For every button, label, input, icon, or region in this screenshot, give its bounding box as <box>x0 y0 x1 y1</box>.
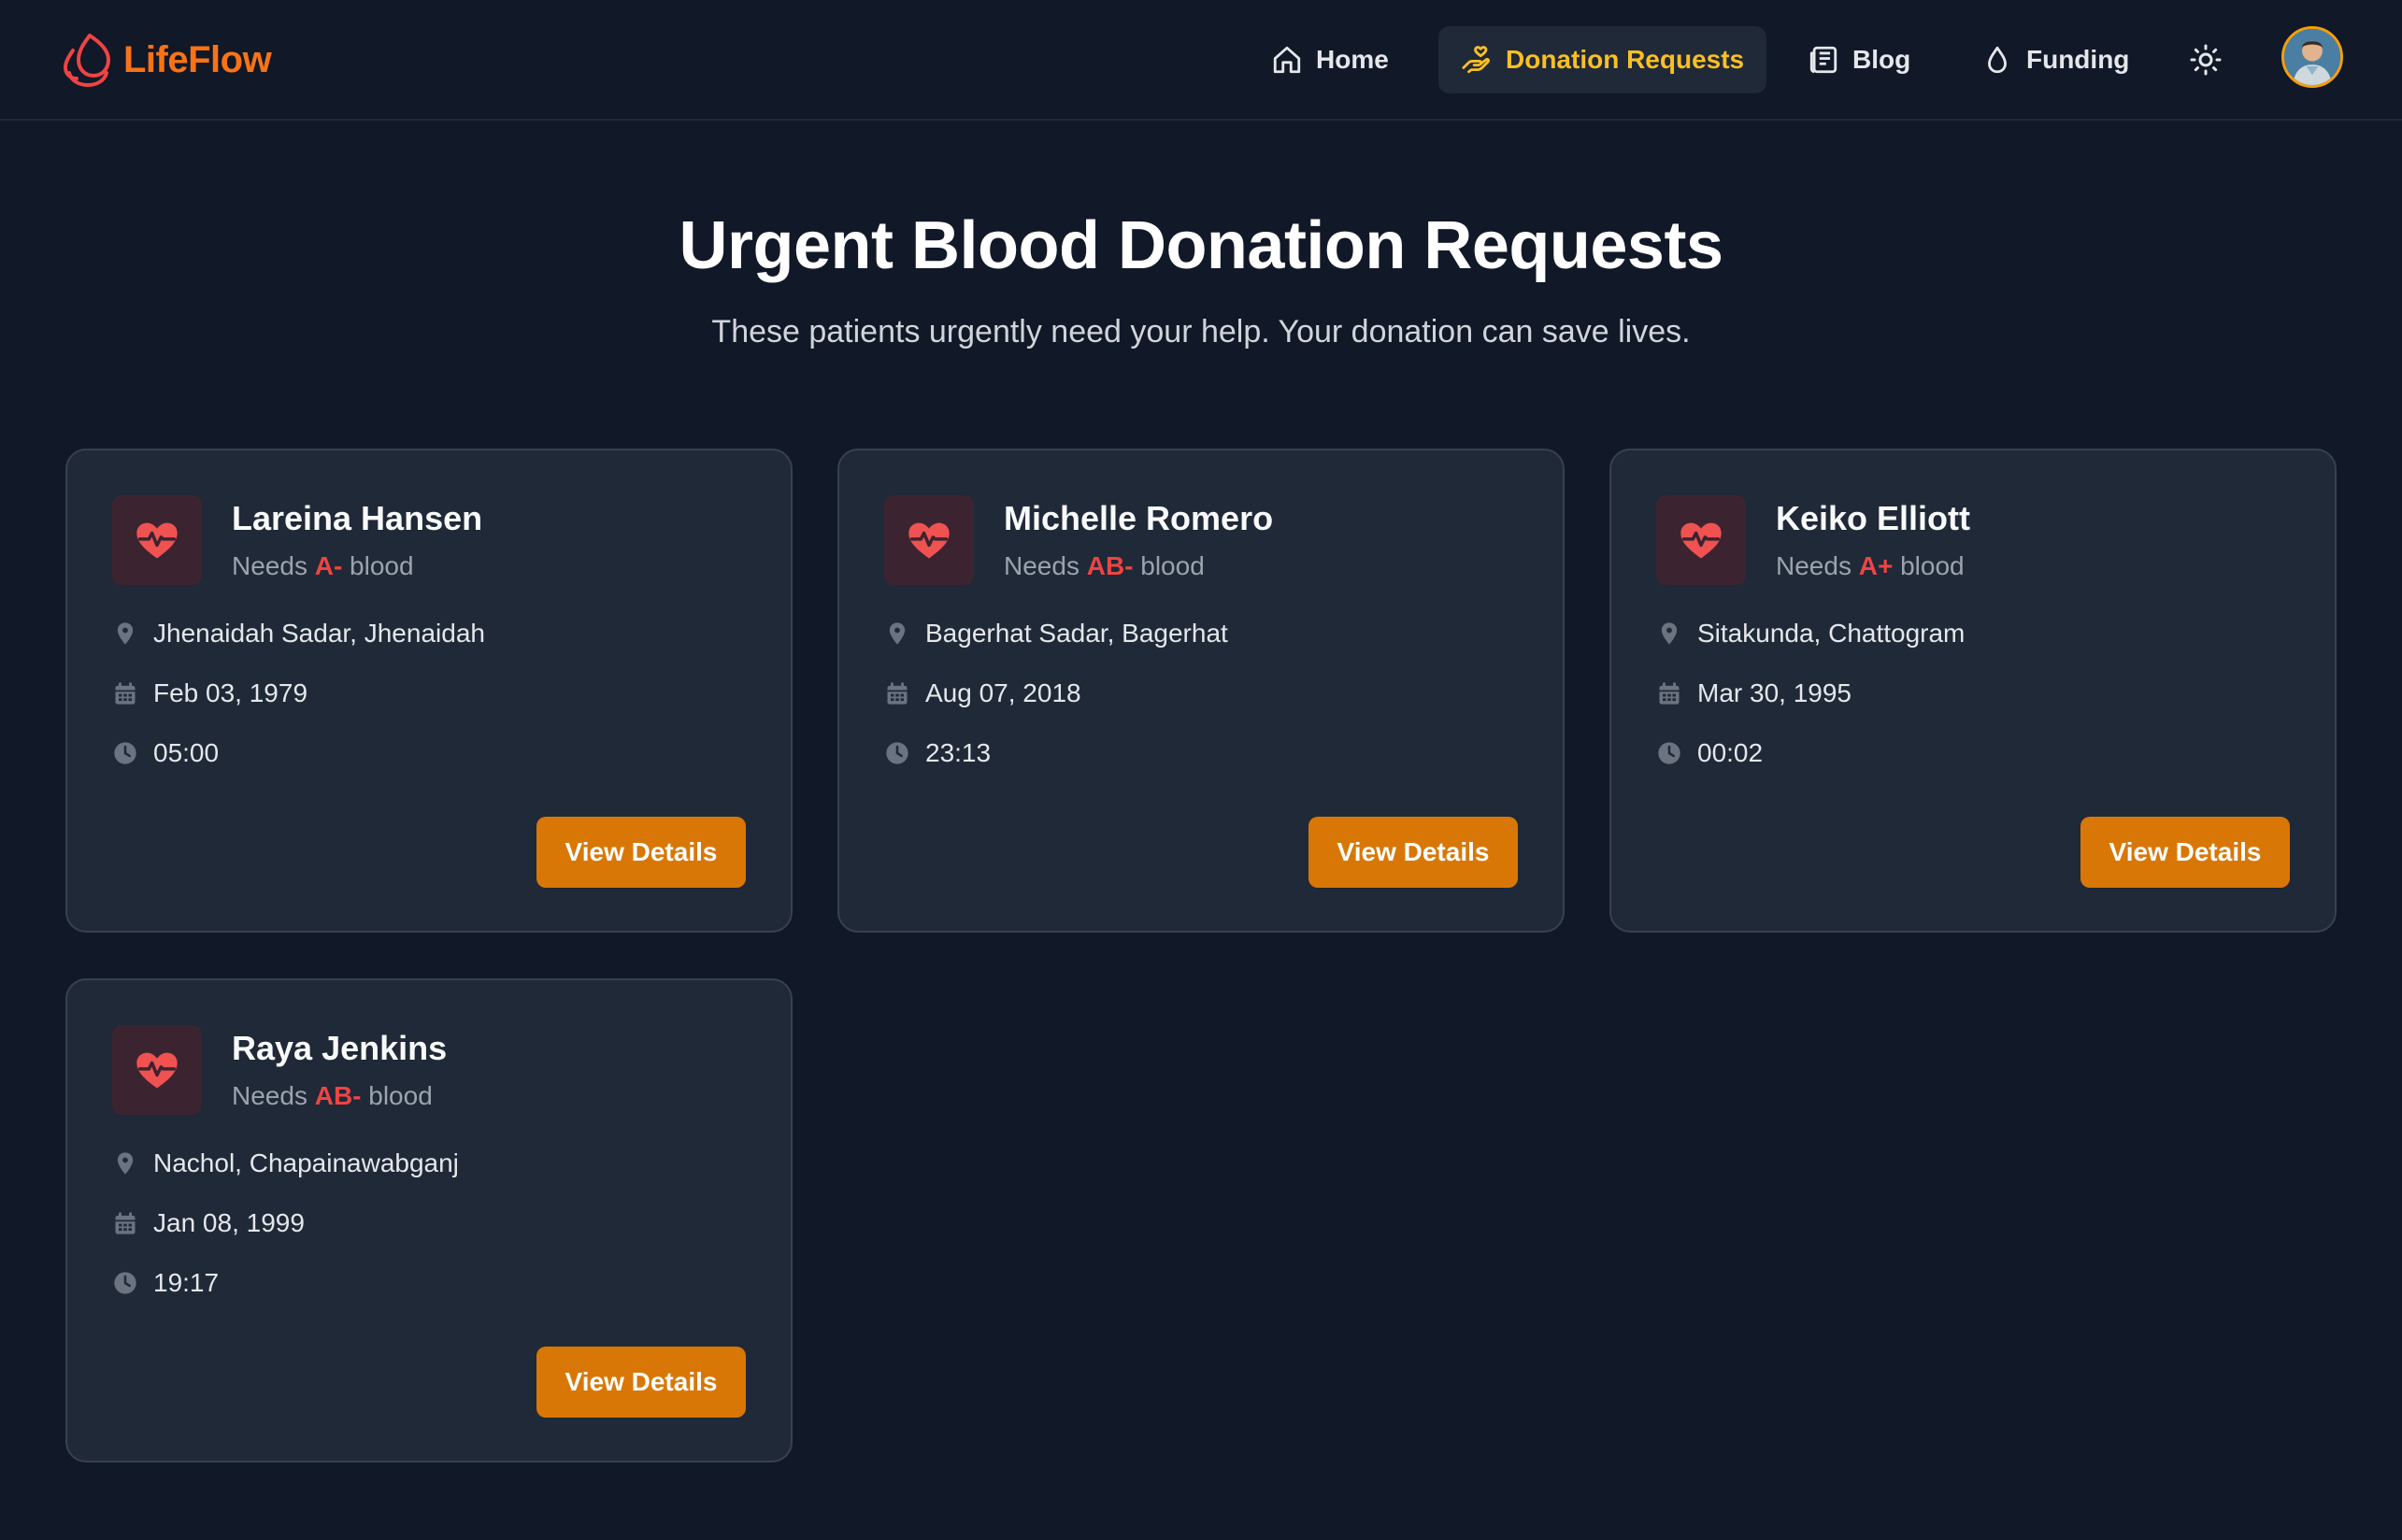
calendar-icon <box>115 682 136 705</box>
droplet-icon <box>1988 46 2007 74</box>
location-text: Jhenaidah Sadar, Jhenaidah <box>153 619 485 648</box>
date-row: Feb 03, 1979 <box>112 678 307 708</box>
time-row: 19:17 <box>112 1268 219 1298</box>
sun-icon <box>2190 44 2222 76</box>
blood-need: Needs A- blood <box>232 551 414 581</box>
location-row: Sitakunda, Chattogram <box>1656 619 1965 649</box>
time-text: 00:02 <box>1697 738 1764 767</box>
calendar-icon <box>887 682 908 705</box>
heart-pulse-icon <box>136 1052 178 1089</box>
nav-funding[interactable]: Funding <box>1959 26 2152 93</box>
date-text: Feb 03, 1979 <box>153 678 308 707</box>
blood-type: A+ <box>1858 551 1894 580</box>
heart-pulse-badge <box>884 495 974 585</box>
needs-suffix: blood <box>368 1081 433 1110</box>
time-row: 23:13 <box>884 738 991 768</box>
user-avatar[interactable] <box>2281 26 2343 88</box>
page-subtitle: These patients urgently need your help. … <box>711 314 1691 349</box>
map-pin-icon <box>1661 622 1678 645</box>
time-text: 19:17 <box>153 1268 220 1297</box>
patient-name: Raya Jenkins <box>232 1029 448 1067</box>
request-card: Raya Jenkins Needs AB- blood Nachol, Cha… <box>65 978 793 1462</box>
location-row: Jhenaidah Sadar, Jhenaidah <box>112 619 485 649</box>
newspaper-icon <box>1809 46 1837 74</box>
blood-type: AB- <box>1086 551 1134 580</box>
request-card: Keiko Elliott Needs A+ blood Sitakunda, … <box>1609 449 2337 933</box>
view-details-button[interactable]: View Details <box>2080 817 2290 888</box>
nav-home[interactable]: Home <box>1249 26 1411 93</box>
date-row: Aug 07, 2018 <box>884 678 1081 708</box>
page-title: Urgent Blood Donation Requests <box>679 208 1724 283</box>
needs-prefix: Needs <box>232 1081 307 1110</box>
needs-suffix: blood <box>1900 551 1965 580</box>
request-card: Michelle Romero Needs AB- blood Bagerhat… <box>837 449 1565 933</box>
needs-suffix: blood <box>1140 551 1205 580</box>
date-text: Aug 07, 2018 <box>925 678 1081 707</box>
location-text: Sitakunda, Chattogram <box>1697 619 1966 648</box>
map-pin-icon <box>889 622 906 645</box>
location-row: Bagerhat Sadar, Bagerhat <box>884 619 1228 649</box>
time-row: 00:02 <box>1656 738 1763 768</box>
heart-pulse-icon <box>136 522 178 559</box>
location-text: Bagerhat Sadar, Bagerhat <box>925 619 1228 648</box>
view-details-button[interactable]: View Details <box>1308 817 1518 888</box>
main-nav: Home Donation Requests Blog Funding <box>0 26 2402 93</box>
nav-donation-requests[interactable]: Donation Requests <box>1438 26 1767 93</box>
avatar-image <box>2284 29 2340 85</box>
clock-icon <box>114 742 136 764</box>
blood-need: Needs AB- blood <box>1004 551 1205 581</box>
patient-name: Keiko Elliott <box>1776 499 1971 537</box>
theme-toggle-button[interactable] <box>2181 36 2230 84</box>
needs-prefix: Needs <box>1004 551 1079 580</box>
heart-pulse-icon <box>1680 522 1722 559</box>
heart-pulse-badge <box>112 495 202 585</box>
blood-type: A- <box>314 551 343 580</box>
location-row: Nachol, Chapainawabganj <box>112 1148 459 1178</box>
nav-home-label: Home <box>1316 45 1389 74</box>
blood-need: Needs AB- blood <box>232 1081 433 1111</box>
top-navbar: LifeFlow Home Donation Requests Blog Fun… <box>0 0 2402 121</box>
calendar-icon <box>1659 682 1680 705</box>
view-details-button[interactable]: View Details <box>536 817 746 888</box>
needs-suffix: blood <box>350 551 414 580</box>
hand-heart-icon <box>1462 46 1490 74</box>
clock-icon <box>114 1272 136 1294</box>
home-icon <box>1273 46 1301 74</box>
heart-pulse-icon <box>908 522 950 559</box>
needs-prefix: Needs <box>1776 551 1852 580</box>
date-row: Jan 08, 1999 <box>112 1208 305 1238</box>
clock-icon <box>886 742 908 764</box>
location-text: Nachol, Chapainawabganj <box>153 1148 459 1177</box>
view-details-button[interactable]: View Details <box>536 1347 746 1418</box>
nav-blog-label: Blog <box>1852 45 1911 74</box>
nav-blog[interactable]: Blog <box>1785 26 1933 93</box>
request-card: Lareina Hansen Needs A- blood Jhenaidah … <box>65 449 793 933</box>
clock-icon <box>1658 742 1680 764</box>
heart-pulse-badge <box>112 1025 202 1115</box>
date-text: Mar 30, 1995 <box>1697 678 1852 707</box>
blood-need: Needs A+ blood <box>1776 551 1965 581</box>
patient-name: Lareina Hansen <box>232 499 483 537</box>
patient-name: Michelle Romero <box>1004 499 1274 537</box>
map-pin-icon <box>117 1152 134 1175</box>
date-text: Jan 08, 1999 <box>153 1208 305 1237</box>
blood-type: AB- <box>314 1081 362 1110</box>
time-text: 23:13 <box>925 738 992 767</box>
map-pin-icon <box>117 622 134 645</box>
time-text: 05:00 <box>153 738 220 767</box>
date-row: Mar 30, 1995 <box>1656 678 1852 708</box>
calendar-icon <box>115 1212 136 1234</box>
needs-prefix: Needs <box>232 551 307 580</box>
heart-pulse-badge <box>1656 495 1746 585</box>
nav-donation-requests-label: Donation Requests <box>1506 45 1745 74</box>
nav-funding-label: Funding <box>2026 45 2130 74</box>
time-row: 05:00 <box>112 738 219 768</box>
